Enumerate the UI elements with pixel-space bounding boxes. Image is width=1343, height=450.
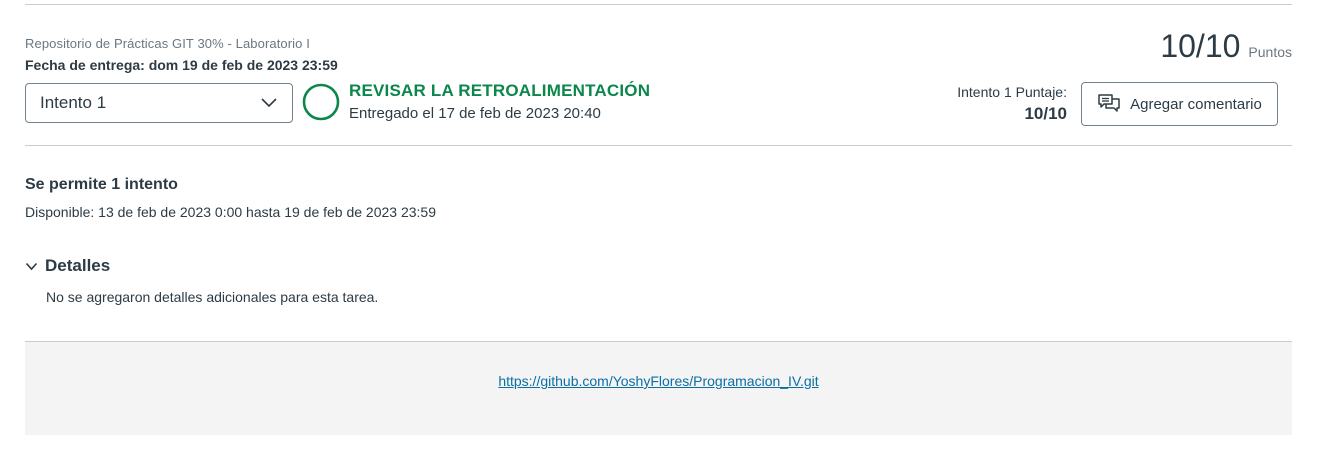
details-text: No se agregaron detalles adicionales par… xyxy=(46,289,379,305)
course-title: Repositorio de Prácticas GIT 30% - Labor… xyxy=(25,36,310,51)
submission-panel: https://github.com/YoshyFlores/Programac… xyxy=(25,341,1292,435)
top-divider xyxy=(25,4,1292,5)
attempt-score-label: Intento 1 Puntaje: xyxy=(957,84,1067,100)
section-divider xyxy=(25,145,1292,146)
chevron-down-icon xyxy=(25,262,38,270)
feedback-status-link[interactable]: REVISAR LA RETROALIMENTACIÓN xyxy=(349,81,650,101)
add-comment-label: Agregar comentario xyxy=(1130,95,1262,113)
chevron-down-icon xyxy=(261,98,277,108)
attempt-select-value: Intento 1 xyxy=(40,93,107,112)
add-comment-button[interactable]: Agregar comentario xyxy=(1081,82,1278,126)
total-score-unit: Puntos xyxy=(1248,44,1292,60)
status-circle-icon xyxy=(302,83,340,121)
due-date: Fecha de entrega: dom 19 de feb de 2023 … xyxy=(25,57,338,73)
attempts-allowed: Se permite 1 intento xyxy=(25,176,178,193)
details-toggle[interactable]: Detalles xyxy=(25,256,110,276)
submission-url-link[interactable]: https://github.com/YoshyFlores/Programac… xyxy=(25,373,1292,389)
total-score: 10/10 Puntos xyxy=(1160,28,1292,65)
attempt-score-value: 10/10 xyxy=(1024,104,1067,123)
total-score-value: 10/10 xyxy=(1160,28,1241,64)
availability-dates: Disponible: 13 de feb de 2023 0:00 hasta… xyxy=(25,204,437,220)
details-toggle-label: Detalles xyxy=(45,256,111,275)
submitted-date: Entregado el 17 de feb de 2023 20:40 xyxy=(349,105,601,122)
attempt-select[interactable]: Intento 1 xyxy=(25,83,293,123)
comment-icon xyxy=(1098,94,1120,112)
